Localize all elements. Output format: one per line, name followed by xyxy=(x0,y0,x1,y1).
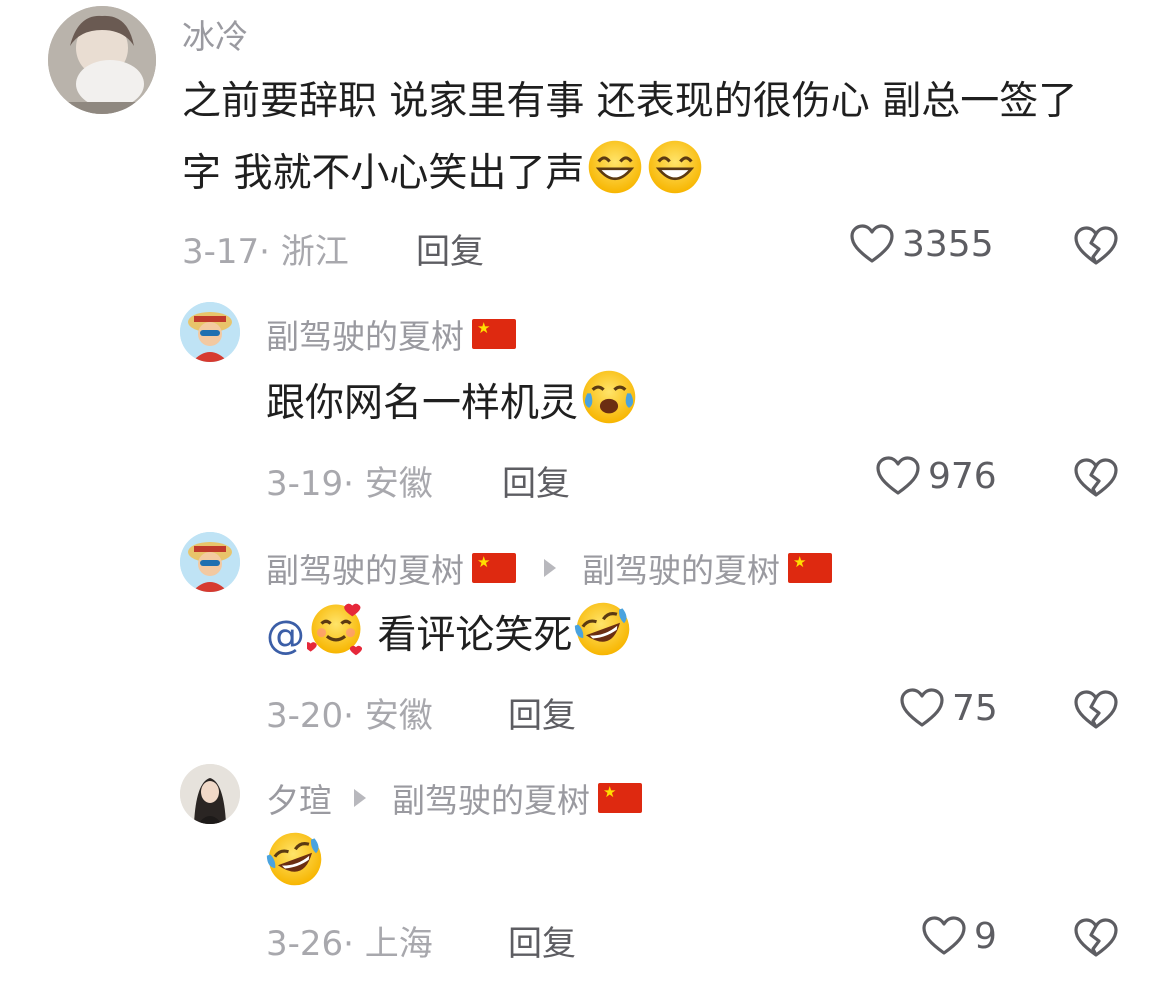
china-flag-icon: ★ xyxy=(788,553,832,583)
comment-meta: 3-19· 安徽 xyxy=(266,456,433,505)
avatar[interactable] xyxy=(180,764,240,824)
like-button[interactable]: 976 xyxy=(874,452,997,500)
cartoon-avatar-icon xyxy=(180,532,240,592)
comment-date: 3-19 xyxy=(266,464,344,504)
reply-button[interactable]: 回复 xyxy=(416,224,484,273)
reply-button[interactable]: 回复 xyxy=(502,456,570,505)
avatar[interactable] xyxy=(180,532,240,592)
reply-button[interactable]: 回复 xyxy=(508,916,576,965)
username-text: 夕瑄 xyxy=(266,781,332,820)
comment-text: 之前要辞职 说家里有事 还表现的很伤心 副总一签了字 我就不小心笑出了声 xyxy=(182,66,1112,210)
comment-date: 3-26 xyxy=(266,924,344,964)
china-flag-icon: ★ xyxy=(598,783,642,813)
like-button[interactable]: 9 xyxy=(920,912,997,960)
reply-to-username[interactable]: 副驾驶的夏树 xyxy=(392,774,590,822)
comment-body: 跟你网名一样机灵 xyxy=(266,381,579,426)
avatar[interactable] xyxy=(180,302,240,362)
like-count: 976 xyxy=(928,455,997,497)
comment-date: 3-17 xyxy=(182,232,260,272)
username[interactable]: 冰冷 xyxy=(182,10,248,58)
comment-location: 安徽 xyxy=(364,464,433,504)
comment-meta: 3-20· 安徽 xyxy=(266,688,433,737)
comment-meta: 3-26· 上海 xyxy=(266,916,433,965)
dislike-icon[interactable] xyxy=(1072,914,1120,962)
like-button[interactable]: 75 xyxy=(898,684,998,732)
reply-item: 副驾驶的夏树 ★ 副驾驶的夏树 ★ @ 看评论笑死 3-20· 安徽 回复 75 xyxy=(0,520,1170,750)
reply-arrow-icon xyxy=(354,789,366,807)
heart-icon xyxy=(874,452,922,500)
comment-text xyxy=(266,830,1106,902)
comment-text: @ 看评论笑死 xyxy=(266,600,1106,672)
user-photo-icon xyxy=(180,764,240,824)
username[interactable]: 夕瑄 副驾驶的夏树 ★ xyxy=(266,774,642,822)
like-count: 3355 xyxy=(902,223,994,265)
comment-location: 安徽 xyxy=(364,696,433,736)
username[interactable]: 副驾驶的夏树 ★ xyxy=(266,310,516,358)
meta-separator: · xyxy=(343,924,365,964)
comment-item: 冰冷 之前要辞职 说家里有事 还表现的很伤心 副总一签了字 我就不小心笑出了声 … xyxy=(0,0,1170,290)
china-flag-icon: ★ xyxy=(472,319,516,349)
username-text: 副驾驶的夏树 xyxy=(266,317,464,356)
username-text: 冰冷 xyxy=(182,17,248,56)
comment-date: 3-20 xyxy=(266,696,344,736)
mention[interactable]: @ xyxy=(266,613,305,658)
cartoon-avatar-icon xyxy=(180,302,240,362)
dislike-icon[interactable] xyxy=(1072,686,1120,734)
crying-laughing-emoji xyxy=(582,370,636,424)
dislike-icon[interactable] xyxy=(1072,454,1120,502)
reply-button[interactable]: 回复 xyxy=(508,688,576,737)
grin-emoji xyxy=(649,140,702,194)
grin-emoji xyxy=(589,140,642,194)
china-flag-icon: ★ xyxy=(472,553,516,583)
user-photo-icon xyxy=(48,6,156,114)
like-count: 9 xyxy=(974,915,997,957)
smiling-hearts-emoji xyxy=(307,603,363,656)
comment-location: 上海 xyxy=(364,924,433,964)
meta-separator: · xyxy=(343,464,365,504)
rolling-laughing-emoji xyxy=(266,832,322,886)
meta-separator: · xyxy=(343,696,365,736)
avatar[interactable] xyxy=(48,6,156,114)
rolling-laughing-emoji xyxy=(575,602,630,656)
comment-meta: 3-17· 浙江 xyxy=(182,224,349,273)
reply-item: 夕瑄 副驾驶的夏树 ★ 3-26· 上海 回复 9 xyxy=(0,750,1170,1002)
username-text: 副驾驶的夏树 xyxy=(266,551,464,590)
heart-icon xyxy=(920,912,968,960)
reply-to-username[interactable]: 副驾驶的夏树 xyxy=(582,544,780,592)
comment-location: 浙江 xyxy=(280,232,349,272)
heart-icon xyxy=(898,684,946,732)
reply-arrow-icon xyxy=(544,559,556,577)
username[interactable]: 副驾驶的夏树 ★ 副驾驶的夏树 ★ xyxy=(266,544,832,592)
meta-separator: · xyxy=(259,232,281,272)
like-button[interactable]: 3355 xyxy=(848,220,994,268)
like-count: 75 xyxy=(952,687,998,729)
dislike-icon[interactable] xyxy=(1072,222,1120,270)
heart-icon xyxy=(848,220,896,268)
reply-item: 副驾驶的夏树 ★ 跟你网名一样机灵 3-19· 安徽 回复 976 xyxy=(0,290,1170,520)
comment-text: 跟你网名一样机灵 xyxy=(266,368,1106,440)
comment-body: 看评论笑死 xyxy=(377,613,573,658)
